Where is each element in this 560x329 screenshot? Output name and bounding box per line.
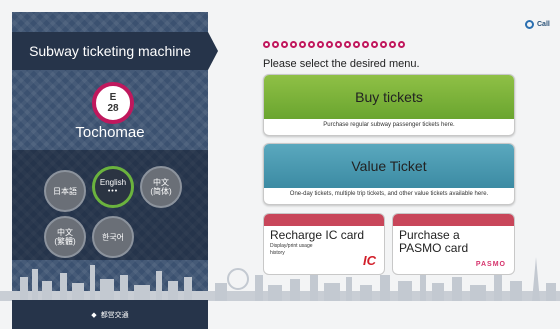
ic-logo-icon: IC [363,253,376,268]
pasmo-label-line1: Purchase a [399,228,460,242]
operator-logo-icon: ◆ [91,311,97,319]
value-ticket-label: Value Ticket [264,144,514,188]
recharge-sub-1: Display/print usage [270,243,313,249]
purchase-pasmo-button[interactable]: Purchase a PASMO card PASMO [392,213,515,275]
lang-japanese-button[interactable]: 日本語 [44,170,86,212]
machine-title-text: Subway ticketing machine [29,43,191,59]
buy-tickets-description: Purchase regular subway passenger ticket… [323,122,455,128]
recharge-label: Recharge IC card [270,228,365,242]
station-number-badge: E 28 [92,82,134,124]
buy-tickets-label: Buy tickets [264,75,514,119]
machine-title: Subway ticketing machine [12,32,218,70]
station-number: 28 [107,103,119,114]
lang-variant: (简体) [150,187,172,196]
lang-label: 한국어 [101,232,125,242]
lang-label: 中文 [57,228,73,237]
pasmo-logo: PASMO [475,261,506,268]
lang-chinese-traditional-button[interactable]: 中文 (繁體) [44,216,86,258]
buy-tickets-button[interactable]: Buy tickets Purchase regular subway pass… [263,74,515,136]
lang-english-button[interactable]: English ••• [92,166,134,208]
operator-name: 都営交通 [100,311,129,319]
value-ticket-description: One-day tickets, multiple trip tickets, … [289,191,489,197]
card-header-strip [264,214,384,226]
value-ticket-button[interactable]: Value Ticket One-day tickets, multiple t… [263,143,515,205]
lang-korean-button[interactable]: 한국어 [92,216,134,258]
line-letter: E [109,92,117,103]
lang-label: English [99,178,127,187]
call-icon [525,20,534,29]
lang-variant: (繁體) [54,237,76,246]
station-name: Tochomae [75,124,145,141]
menu-prompt: Please select the desired menu. [263,58,420,70]
lang-label: 中文 [153,178,169,187]
lang-chinese-simplified-button[interactable]: 中文 (简体) [140,166,182,208]
card-header-strip [393,214,514,226]
call-button[interactable]: Call [525,20,550,29]
call-label: Call [537,21,550,28]
decorative-dot-row [263,41,405,48]
recharge-ic-card-button[interactable]: Recharge IC card Display/print usage his… [263,213,385,275]
lang-label: 日本語 [53,186,77,196]
selected-indicator: ••• [107,188,119,195]
operator-footer: ◆ 都営交通 [12,300,208,329]
pasmo-label-line2: PASMO card [399,241,469,255]
